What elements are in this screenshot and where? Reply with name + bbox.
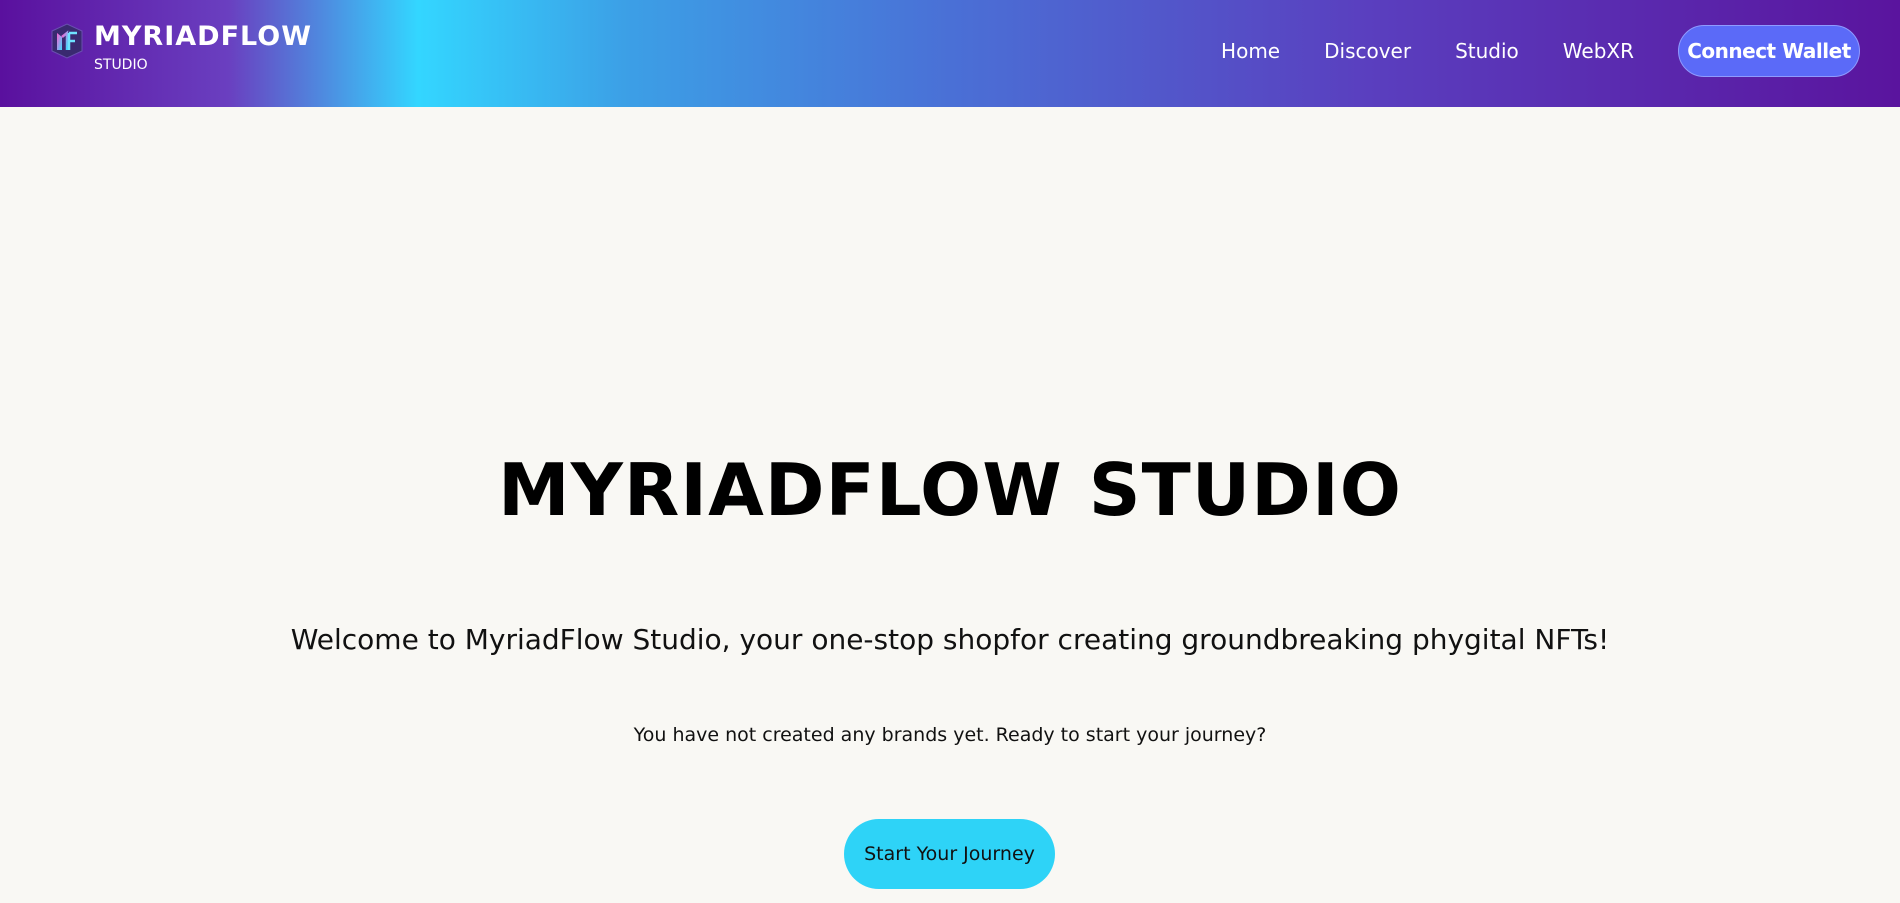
nav-home-link[interactable]: Home: [1221, 39, 1280, 63]
top-navbar: MYRIADFLOW STUDIO Home Discover Studio W…: [0, 0, 1900, 107]
brand-subtitle: STUDIO: [94, 57, 148, 73]
page-title: MYRIADFLOW STUDIO: [498, 448, 1402, 532]
start-journey-button[interactable]: Start Your Journey: [844, 819, 1055, 889]
nav-studio-link[interactable]: Studio: [1455, 39, 1519, 63]
connect-wallet-button[interactable]: Connect Wallet: [1678, 25, 1860, 77]
nav-webxr-link[interactable]: WebXR: [1563, 39, 1634, 63]
nav-discover-link[interactable]: Discover: [1324, 39, 1411, 63]
no-brands-notice: You have not created any brands yet. Rea…: [633, 724, 1267, 746]
brand-name: MYRIADFLOW: [94, 21, 312, 52]
main-nav: Home Discover Studio WebXR Connect Walle…: [1221, 0, 1900, 102]
welcome-text: Welcome to MyriadFlow Studio, your one-s…: [290, 623, 1610, 656]
brand-logo[interactable]: MYRIADFLOW STUDIO: [48, 22, 312, 74]
mf-logo-icon: [51, 23, 83, 59]
